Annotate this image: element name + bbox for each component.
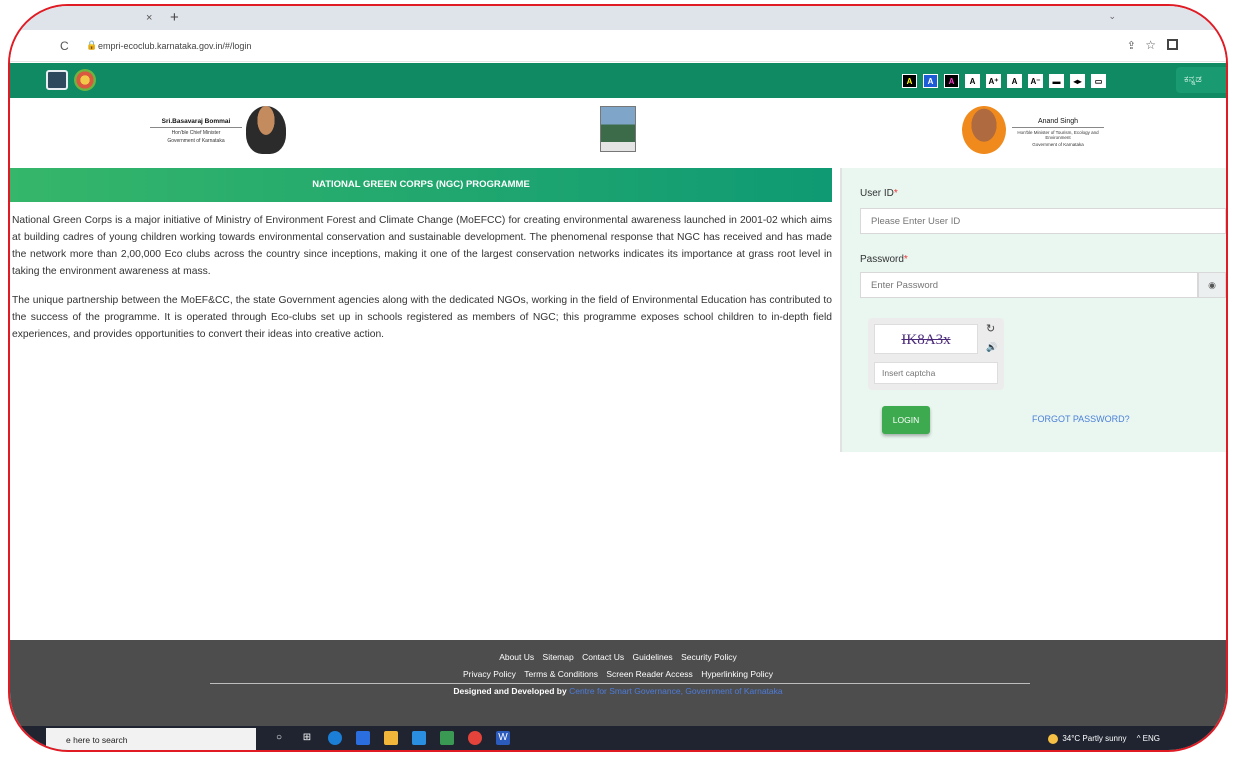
tab-close-icon[interactable]: × [146,12,152,24]
accessibility-toolbar: A A A A A⁺ A A⁻ ▬ ◂▸ ▭ [902,74,1106,88]
teams-icon[interactable] [440,731,454,745]
accessibility-button-4[interactable]: A [965,74,980,88]
browser-tab-strip: × + ⌄ [10,6,1226,30]
cm-name: Sri.Basavaraj Bommai [150,118,242,128]
accessibility-button-5[interactable]: A⁺ [986,74,1001,88]
footer-link-security[interactable]: Security Policy [681,652,737,662]
paragraph-partnership: The unique partnership between the MoEF&… [12,295,832,340]
accessibility-button-9[interactable]: ◂▸ [1070,74,1085,88]
taskbar-search[interactable]: e here to search [46,728,256,750]
minister-govt: Government of Karnataka [1032,142,1084,147]
cm-title: Hon'ble Chief Minister [171,130,221,136]
accessibility-button-8[interactable]: ▬ [1049,74,1064,88]
accessibility-button-10[interactable]: ▭ [1091,74,1106,88]
cm-photo [246,106,286,154]
accessibility-button-7[interactable]: A⁻ [1028,74,1043,88]
login-button[interactable]: LOGIN [882,406,930,434]
programme-description: National Green Corps is a major initiati… [12,212,832,355]
page-title: NATIONAL GREEN CORPS (NGC) PROGRAMME [312,179,530,190]
show-password-icon[interactable]: ◉ [1198,272,1226,298]
word-icon[interactable]: W [496,731,510,745]
login-panel: User ID* Password* ◉ IK8A3x ↻ 🔊 LOGIN FO… [840,168,1226,452]
cm-govt: Government of Karnataka [167,138,225,144]
tab-search-chevron-icon[interactable]: ⌄ [1108,11,1116,22]
system-tray: 34°C Partly sunny ^ ENG [1048,734,1160,744]
minister-name: Anand Singh [1012,118,1104,128]
cm-caption: Sri.Basavaraj Bommai Hon'ble Chief Minis… [150,118,242,144]
captcha-audio-icon[interactable]: 🔊 [986,342,997,353]
minister-caption: Anand Singh Hon'ble Minister of Tourism,… [1012,118,1104,147]
footer-link-screen-reader[interactable]: Screen Reader Access [606,669,692,679]
bookmark-star-icon[interactable]: ☆ [1145,38,1156,52]
weather-text[interactable]: 34°C Partly sunny [1062,734,1126,743]
footer-link-guidelines[interactable]: Guidelines [633,652,673,662]
footer-link-sitemap[interactable]: Sitemap [543,652,574,662]
minister-photo [962,106,1006,154]
programme-title-bar: NATIONAL GREEN CORPS (NGC) PROGRAMME [10,168,832,202]
userid-label: User ID* [860,188,898,199]
reload-icon[interactable]: C [60,39,69,53]
accessibility-button-2[interactable]: A [923,74,938,88]
edge-icon[interactable] [328,731,342,745]
screenshot-frame: × + ⌄ C 🔒 empri-ecoclub.karnataka.gov.in… [8,4,1228,752]
file-explorer-icon[interactable] [384,731,398,745]
site-header: A A A A A⁺ A A⁻ ▬ ◂▸ ▭ ಕನ್ನಡ [10,63,1226,98]
site-footer: About Us Sitemap Contact Us Guidelines S… [10,640,1226,728]
tray-overflow[interactable]: ^ ENG [1137,734,1160,743]
taskbar-apps: ○ ⊞ W [272,731,510,745]
accessibility-button-3[interactable]: A [944,74,959,88]
cortana-icon[interactable]: ○ [272,731,286,745]
share-icon[interactable]: ⇪ [1127,39,1136,52]
lock-icon[interactable]: 🔒 [86,40,97,51]
address-bar: C 🔒 empri-ecoclub.karnataka.gov.in/#/log… [10,30,1226,62]
credit-org-link[interactable]: Centre for Smart Governance, Government … [569,686,783,696]
footer-links-row-1: About Us Sitemap Contact Us Guidelines S… [10,652,1226,662]
ecoclub-logo [74,69,96,91]
language-toggle-button[interactable]: ಕನ್ನಡ [1176,67,1226,93]
captcha-image: IK8A3x [874,324,978,354]
footer-links-row-2: Privacy Policy Terms & Conditions Screen… [10,669,1226,679]
footer-link-terms[interactable]: Terms & Conditions [524,669,598,679]
karnataka-logo [46,70,68,90]
url-field[interactable]: empri-ecoclub.karnataka.gov.in/#/login [98,41,251,51]
footer-divider [210,683,1030,684]
weather-icon [1048,734,1059,744]
footer-link-hyperlinking[interactable]: Hyperlinking Policy [701,669,773,679]
empri-logo [600,106,636,152]
password-label: Password* [860,254,908,265]
captcha-box: IK8A3x ↻ 🔊 [868,318,1004,390]
captcha-refresh-icon[interactable]: ↻ [986,322,995,335]
paragraph-intro: National Green Corps is a major initiati… [12,215,832,277]
store-icon[interactable] [356,731,370,745]
side-panel-icon[interactable] [1167,39,1178,50]
footer-link-about[interactable]: About Us [499,652,534,662]
password-input[interactable] [860,272,1198,298]
accessibility-button-6[interactable]: A [1007,74,1022,88]
new-tab-icon[interactable]: + [170,9,179,26]
captcha-input[interactable] [874,362,998,384]
accessibility-button-1[interactable]: A [902,74,917,88]
footer-link-contact[interactable]: Contact Us [582,652,624,662]
minister-title: Hon'ble Minister of Tourism, Ecology and… [1017,130,1099,140]
userid-input[interactable] [860,208,1226,234]
forgot-password-link[interactable]: FORGOT PASSWORD? [1032,414,1130,424]
footer-credit: Designed and Developed by Centre for Sma… [453,686,783,696]
chrome-icon[interactable] [468,731,482,745]
banner: Sri.Basavaraj Bommai Hon'ble Chief Minis… [10,98,1226,164]
windows-taskbar: e here to search ○ ⊞ W 34°C Partly sunny… [10,726,1226,750]
footer-link-privacy[interactable]: Privacy Policy [463,669,516,679]
task-view-icon[interactable]: ⊞ [300,731,314,745]
mail-icon[interactable] [412,731,426,745]
